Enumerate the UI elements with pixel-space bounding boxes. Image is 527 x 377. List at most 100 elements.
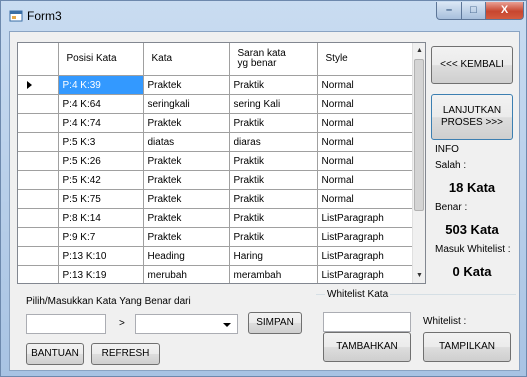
whitelist-field-label: Whitelist :	[423, 316, 467, 327]
title-bar[interactable]: Form3 – □ X	[1, 1, 526, 31]
grid-vertical-scrollbar[interactable]: ▲ ▼	[412, 43, 425, 283]
row-header[interactable]	[18, 132, 59, 152]
grid-cell[interactable]: ListParagraph	[317, 246, 413, 266]
close-button[interactable]: X	[485, 2, 524, 20]
grid-cell[interactable]: diatas	[143, 132, 230, 152]
scroll-down-icon[interactable]: ▼	[413, 268, 425, 283]
grid-cell[interactable]: merambah	[229, 265, 318, 283]
grid-cell[interactable]: Praktik	[229, 113, 318, 133]
row-header[interactable]	[18, 208, 59, 228]
lanjutkan-proses-button[interactable]: LANJUTKAN PROSES >>>	[431, 94, 513, 140]
refresh-button[interactable]: REFRESH	[91, 343, 160, 365]
table-row[interactable]: P:5 K:3 diatas diaras Normal	[18, 132, 413, 152]
column-header-style[interactable]: Style	[317, 43, 413, 76]
row-header-corner	[18, 43, 59, 76]
minimize-button[interactable]: –	[436, 2, 462, 20]
row-header[interactable]	[18, 189, 59, 209]
kembali-button[interactable]: <<< KEMBALI	[431, 46, 513, 84]
lanjutkan-label: LANJUTKAN PROSES >>>	[441, 105, 503, 129]
grid-cell[interactable]: Normal	[317, 151, 413, 171]
salah-value: 18 Kata	[448, 180, 496, 195]
salah-label: Salah :	[435, 160, 467, 171]
grid-cell[interactable]: Normal	[317, 170, 413, 190]
grid-cell[interactable]: Praktek	[143, 189, 230, 209]
grid-cell[interactable]: Praktek	[143, 75, 230, 95]
simpan-button[interactable]: SIMPAN	[248, 312, 302, 334]
grid-cell[interactable]: Normal	[317, 113, 413, 133]
grid-cell[interactable]: diaras	[229, 132, 318, 152]
grid-cell[interactable]: P:13 K:10	[58, 246, 144, 266]
row-header[interactable]	[18, 113, 59, 133]
grid-cell[interactable]: Praktek	[143, 208, 230, 228]
column-header-saran[interactable]: Saran kata yg benar	[229, 43, 318, 76]
grid-cell[interactable]: Praktik	[229, 151, 318, 171]
table-row[interactable]: P:13 K:19 merubah merambah ListParagraph	[18, 265, 413, 283]
table-row[interactable]: P:4 K:39 Praktek Praktik Normal	[18, 75, 413, 95]
grid-cell[interactable]: P:5 K:3	[58, 132, 144, 152]
row-header[interactable]	[18, 265, 59, 283]
row-header[interactable]	[18, 227, 59, 247]
bantuan-button[interactable]: BANTUAN	[26, 343, 84, 365]
grid-cell[interactable]: P:9 K:7	[58, 227, 144, 247]
grid-cell[interactable]: ListParagraph	[317, 265, 413, 283]
grid-cell[interactable]: Normal	[317, 189, 413, 209]
table-row[interactable]: P:5 K:42 Praktek Praktik Normal	[18, 170, 413, 190]
row-header[interactable]	[18, 170, 59, 190]
scroll-up-icon[interactable]: ▲	[413, 43, 425, 58]
table-row[interactable]: P:9 K:7 Praktek Praktik ListParagraph	[18, 227, 413, 247]
form3-window: Form3 – □ X Posisi Kata Kata Saran kata …	[0, 0, 527, 377]
scroll-thumb[interactable]	[414, 59, 424, 211]
grid-cell[interactable]: P:5 K:26	[58, 151, 144, 171]
grid-cell[interactable]: Praktik	[229, 170, 318, 190]
grid-table: Posisi Kata Kata Saran kata yg benar Sty…	[18, 43, 413, 283]
tampilkan-button[interactable]: TAMPILKAN	[423, 332, 511, 362]
grid-cell[interactable]: Heading	[143, 246, 230, 266]
grid-cell[interactable]: Praktik	[229, 227, 318, 247]
grid-cell[interactable]: Normal	[317, 132, 413, 152]
grid-cell[interactable]: Praktik	[229, 75, 318, 95]
column-header-posisi[interactable]: Posisi Kata	[58, 43, 144, 76]
grid-cell[interactable]: sering Kali	[229, 94, 318, 114]
grid-cell[interactable]: P:4 K:74	[58, 113, 144, 133]
chevron-down-icon[interactable]	[223, 323, 231, 327]
grid-cell[interactable]: P:13 K:19	[58, 265, 144, 283]
tambahkan-button[interactable]: TAMBAHKAN	[323, 332, 411, 362]
grid-cell[interactable]: Praktek	[143, 113, 230, 133]
grid-cell[interactable]: P:4 K:39	[58, 75, 144, 95]
row-header[interactable]	[18, 246, 59, 266]
close-icon: X	[500, 4, 509, 16]
grid-cell[interactable]: P:4 K:64	[58, 94, 144, 114]
grid-cell[interactable]: P:8 K:14	[58, 208, 144, 228]
info-groupbox: INFO Salah : 18 Kata Benar : 503 Kata Ma…	[433, 144, 513, 282]
row-header[interactable]	[18, 75, 59, 95]
grid-cell[interactable]: ListParagraph	[317, 227, 413, 247]
table-row[interactable]: P:4 K:74 Praktek Praktik Normal	[18, 113, 413, 133]
table-row[interactable]: P:5 K:75 Praktek Praktik Normal	[18, 189, 413, 209]
grid-cell[interactable]: Praktik	[229, 208, 318, 228]
window-title: Form3	[27, 9, 62, 23]
grid-cell[interactable]: P:5 K:42	[58, 170, 144, 190]
table-row[interactable]: P:5 K:26 Praktek Praktik Normal	[18, 151, 413, 171]
grid-cell[interactable]: Normal	[317, 75, 413, 95]
grid-cell[interactable]: seringkali	[143, 94, 230, 114]
word-check-grid[interactable]: Posisi Kata Kata Saran kata yg benar Sty…	[17, 42, 426, 284]
whitelist-input[interactable]	[323, 312, 411, 332]
row-header[interactable]	[18, 94, 59, 114]
grid-cell[interactable]: Haring	[229, 246, 318, 266]
row-header[interactable]	[18, 151, 59, 171]
column-header-kata[interactable]: Kata	[143, 43, 230, 76]
kata-salah-input[interactable]	[26, 314, 106, 334]
grid-cell[interactable]: Praktek	[143, 227, 230, 247]
grid-cell[interactable]: merubah	[143, 265, 230, 283]
grid-cell[interactable]: ListParagraph	[317, 208, 413, 228]
grid-cell[interactable]: P:5 K:75	[58, 189, 144, 209]
grid-cell[interactable]: Normal	[317, 94, 413, 114]
grid-cell[interactable]: Praktek	[143, 151, 230, 171]
table-row[interactable]: P:13 K:10 Heading Haring ListParagraph	[18, 246, 413, 266]
maximize-button[interactable]: □	[461, 2, 486, 20]
grid-cell[interactable]: Praktik	[229, 189, 318, 209]
table-row[interactable]: P:4 K:64 seringkali sering Kali Normal	[18, 94, 413, 114]
grid-cell[interactable]: Praktek	[143, 170, 230, 190]
table-row[interactable]: P:8 K:14 Praktek Praktik ListParagraph	[18, 208, 413, 228]
kata-benar-combobox[interactable]	[135, 314, 238, 334]
